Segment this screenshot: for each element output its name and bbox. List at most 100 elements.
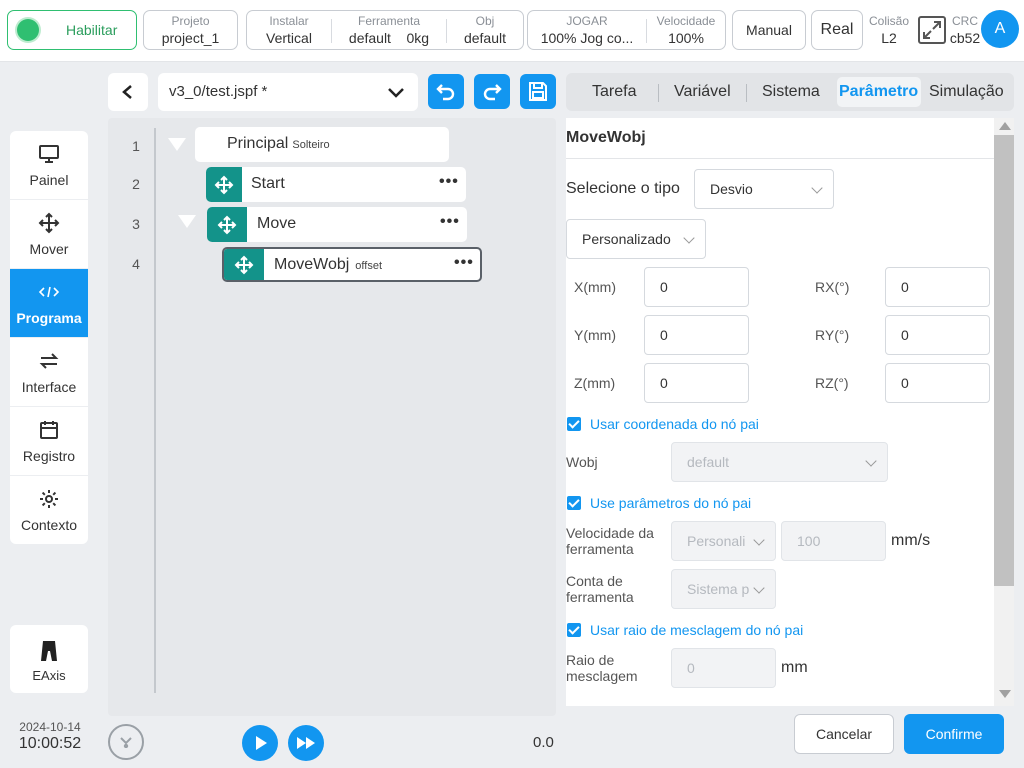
step-forward-button[interactable] xyxy=(288,725,324,761)
speed-value: 100% xyxy=(668,30,704,46)
nav-label-programa: Programa xyxy=(16,310,82,326)
back-button[interactable] xyxy=(108,73,148,111)
tab-variavel[interactable]: Variável xyxy=(674,83,731,101)
gear-icon xyxy=(40,490,58,508)
scrollbar-thumb[interactable] xyxy=(994,135,1014,586)
panel-title: MoveWobj xyxy=(566,129,646,146)
chevron-down-icon xyxy=(753,534,765,546)
redo-button[interactable] xyxy=(474,74,510,109)
real-button[interactable]: Real xyxy=(811,10,863,50)
use-parent-coord-label[interactable]: Usar coordenada do nó pai xyxy=(590,416,759,432)
scroll-up-icon[interactable] xyxy=(999,122,1011,130)
cancel-button[interactable]: Cancelar xyxy=(794,714,894,754)
swap-icon xyxy=(39,353,59,369)
tab-simulacao[interactable]: Simulação xyxy=(929,83,1004,101)
tool-speed-unit: mm/s xyxy=(891,532,931,549)
manual-label: Manual xyxy=(746,22,792,38)
manual-button[interactable]: Manual xyxy=(732,10,806,50)
obj-value: default xyxy=(463,30,507,46)
tree-node-move[interactable]: Move ••• xyxy=(207,207,467,242)
tool-count-select[interactable]: Sistema p xyxy=(671,569,776,609)
y-label: Y(mm) xyxy=(574,327,616,343)
use-parent-blend-checkbox[interactable] xyxy=(567,623,581,637)
nav-item-registro[interactable]: Registro xyxy=(10,407,88,476)
wobj-select[interactable]: default xyxy=(671,442,888,482)
crc-indicator: CRC cb52 xyxy=(948,14,982,46)
blend-unit: mm xyxy=(781,659,808,676)
clock-date: 2024-10-14 xyxy=(19,720,81,734)
collapse-toggle-icon[interactable] xyxy=(168,138,186,151)
file-selector[interactable]: v3_0/test.jspf * xyxy=(158,73,418,111)
project-value: project_1 xyxy=(161,30,220,46)
undo-button[interactable] xyxy=(428,74,464,109)
node-tag: offset xyxy=(355,260,383,272)
scrollbar[interactable] xyxy=(994,118,1014,706)
tree-node-start[interactable]: Start ••• xyxy=(206,167,466,202)
install-label: Instalar xyxy=(269,14,309,28)
collision-value: L2 xyxy=(881,30,897,46)
type-select[interactable]: Desvio xyxy=(694,169,834,209)
tool-speed-input[interactable]: 100 xyxy=(781,521,886,561)
rz-input[interactable]: 0 xyxy=(885,363,990,403)
y-input[interactable]: 0 xyxy=(644,315,749,355)
z-label: Z(mm) xyxy=(574,375,616,391)
nav-label-interface: Interface xyxy=(21,379,77,395)
move-handle-icon[interactable] xyxy=(224,249,264,280)
use-parent-params-checkbox[interactable] xyxy=(567,496,581,510)
nav-label-mover: Mover xyxy=(29,241,69,257)
node-name: Principal xyxy=(227,135,289,152)
chevron-down-icon xyxy=(683,232,695,244)
save-button[interactable] xyxy=(520,74,556,109)
move-handle-icon[interactable] xyxy=(206,167,242,202)
move-handle-icon[interactable] xyxy=(207,207,247,242)
ry-input[interactable]: 0 xyxy=(885,315,990,355)
scroll-down-button[interactable] xyxy=(108,724,144,760)
tree-node-movewobj[interactable]: MoveWobj offset ••• xyxy=(222,247,482,282)
more-options-icon[interactable]: ••• xyxy=(439,173,459,191)
blend-label-line1: Raio de xyxy=(566,652,615,668)
nav-item-interface[interactable]: Interface xyxy=(10,338,88,407)
top-bar: Habilitar Projeto project_1 Instalar Ver… xyxy=(0,0,1024,62)
eaxis-button[interactable]: EAxis xyxy=(10,625,88,693)
nav-label-registro: Registro xyxy=(22,448,76,464)
use-parent-params-label[interactable]: Use parâmetros do nó pai xyxy=(590,495,751,511)
mode-select[interactable]: Personalizado xyxy=(566,219,706,259)
nav-item-programa[interactable]: Programa xyxy=(10,269,88,338)
tab-parametro[interactable]: Parâmetro xyxy=(839,83,918,101)
more-options-icon[interactable]: ••• xyxy=(454,254,474,272)
blend-label-line2: mesclagem xyxy=(566,668,638,684)
scroll-down-icon[interactable] xyxy=(999,690,1011,698)
file-name: v3_0/test.jspf * xyxy=(169,83,268,100)
blend-input[interactable]: 0 xyxy=(671,648,776,688)
project-selector[interactable]: Projeto project_1 xyxy=(143,10,238,50)
nav-label-contexto: Contexto xyxy=(20,517,78,533)
fullscreen-icon[interactable] xyxy=(918,16,946,47)
use-parent-coord-checkbox[interactable] xyxy=(567,417,581,431)
enable-button[interactable]: Habilitar xyxy=(7,10,137,50)
wobj-value: default xyxy=(687,454,730,470)
tree-node-principal[interactable]: Principal Solteiro xyxy=(195,127,449,162)
avatar[interactable]: A xyxy=(981,10,1019,48)
more-options-icon[interactable]: ••• xyxy=(440,213,460,231)
collapse-toggle-icon[interactable] xyxy=(178,215,196,228)
tool-speed-mode-select[interactable]: Personali xyxy=(671,521,776,561)
jog-speed-group[interactable]: JOGAR 100% Jog co... Velocidade 100% xyxy=(527,10,726,50)
install-tool-obj-group[interactable]: Instalar Vertical Ferramenta default 0kg… xyxy=(246,10,524,50)
tab-sistema[interactable]: Sistema xyxy=(762,83,820,101)
clock-time: 10:00:52 xyxy=(18,735,82,752)
z-input[interactable]: 0 xyxy=(644,363,749,403)
nav-item-mover[interactable]: Mover xyxy=(10,200,88,269)
use-parent-blend-label[interactable]: Usar raio de mesclagem do nó pai xyxy=(590,622,803,638)
mode-value: Personalizado xyxy=(582,231,671,247)
play-button[interactable] xyxy=(242,725,278,761)
confirm-button[interactable]: Confirme xyxy=(904,714,1004,754)
node-name: Move xyxy=(257,215,297,232)
chevron-left-icon xyxy=(122,85,132,99)
nav-item-contexto[interactable]: Contexto xyxy=(10,476,88,544)
project-label: Projeto xyxy=(171,14,210,28)
tab-tarefa[interactable]: Tarefa xyxy=(592,83,636,101)
x-input[interactable]: 0 xyxy=(644,267,749,307)
rx-input[interactable]: 0 xyxy=(885,267,990,307)
nav-item-painel[interactable]: Painel xyxy=(10,131,88,200)
side-nav: Painel Mover Programa Interface Registro… xyxy=(10,131,88,544)
